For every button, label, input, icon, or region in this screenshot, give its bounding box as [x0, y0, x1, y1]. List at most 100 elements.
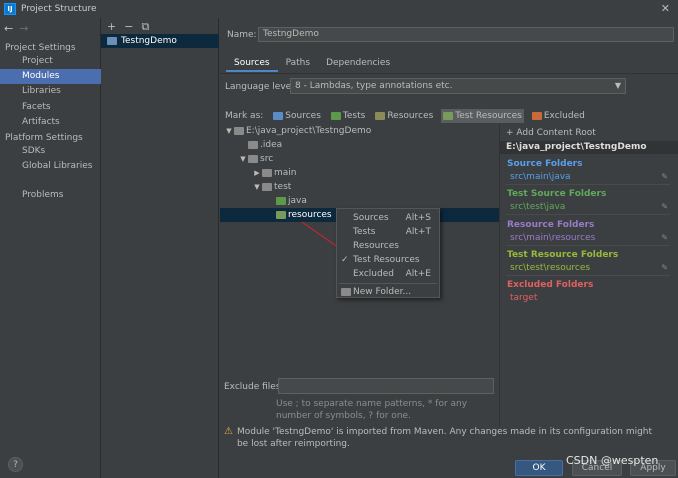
- settings-sidebar: ← → Project Settings Project Modules Libr…: [0, 18, 101, 478]
- sidebar-item-global-libraries[interactable]: Global Libraries: [0, 159, 101, 174]
- module-item-label: TestngDemo: [121, 36, 177, 46]
- excluded-folder-icon: [531, 112, 542, 120]
- mark-excluded-button[interactable]: Excluded: [530, 109, 587, 123]
- language-level-value: 8 - Lambdas, type annotations etc.: [295, 81, 453, 91]
- tree-row[interactable]: ▼ test: [220, 180, 499, 194]
- remove-icon[interactable]: −: [124, 20, 133, 33]
- window-title: Project Structure: [21, 4, 97, 14]
- edit-icon[interactable]: ✎: [661, 263, 668, 272]
- sidebar-item-problems[interactable]: Problems: [0, 188, 101, 203]
- close-icon[interactable]: ✕: [661, 2, 670, 15]
- checkmark-icon: ✓: [341, 255, 349, 265]
- resource-folder-path: src\main\resources: [510, 233, 596, 243]
- watermark: CSDN @wespten: [566, 454, 659, 467]
- content-roots-panel: + Add Content Root E:\java_project\Testn…: [499, 124, 678, 426]
- test-folder-icon: [276, 197, 286, 205]
- test-resources-folder-icon: [443, 112, 454, 120]
- mark-tests-button[interactable]: Tests: [329, 109, 367, 123]
- edit-icon[interactable]: ✎: [661, 172, 668, 181]
- tree-row[interactable]: ▼ E:\java_project\TestngDemo: [220, 124, 499, 138]
- tree-row[interactable]: java: [220, 194, 499, 208]
- menu-item-test-resources[interactable]: ✓ Test Resources: [337, 253, 439, 267]
- sidebar-item-sdks[interactable]: SDKs: [0, 144, 101, 159]
- copy-icon[interactable]: ⧉: [141, 20, 149, 33]
- title-bar: IJ Project Structure ✕: [0, 0, 678, 18]
- mark-as-bar: Mark as: Sources Tests Resources Test Re…: [225, 109, 593, 123]
- divider: [506, 214, 670, 215]
- sources-folder-icon: [273, 112, 284, 120]
- module-toolbar: + − ⧉: [107, 20, 157, 34]
- excluded-folders-title: Excluded Folders: [507, 280, 594, 290]
- mark-sources-button[interactable]: Sources: [271, 109, 323, 123]
- expand-arrow-icon[interactable]: ▼: [238, 155, 248, 163]
- content-root-path: E:\java_project\TestngDemo: [500, 141, 678, 154]
- menu-item-sources[interactable]: Sources Alt+S: [337, 211, 439, 225]
- forward-arrow-icon[interactable]: →: [19, 22, 28, 35]
- divider: [506, 245, 670, 246]
- folder-icon: [248, 155, 258, 163]
- tree-row[interactable]: ▶ main: [220, 166, 499, 180]
- nav-arrows: ← →: [4, 22, 34, 35]
- mark-as-label: Mark as:: [225, 111, 264, 121]
- sidebar-item-project[interactable]: Project: [0, 54, 101, 69]
- maven-warning: ⚠ Module 'TestngDemo' is imported from M…: [224, 426, 664, 450]
- test-source-folder-path: src\test\java: [510, 202, 566, 212]
- sidebar-item-facets[interactable]: Facets: [0, 100, 101, 115]
- tab-sources[interactable]: Sources: [226, 56, 278, 72]
- ok-button[interactable]: OK: [515, 460, 563, 476]
- mark-test-resources-button[interactable]: Test Resources: [441, 109, 524, 123]
- back-arrow-icon[interactable]: ←: [4, 22, 13, 35]
- test-resources-folder-icon: [276, 211, 286, 219]
- tab-dependencies[interactable]: Dependencies: [318, 56, 398, 72]
- new-folder-icon: [341, 288, 351, 296]
- test-resource-folders-title: Test Resource Folders: [507, 250, 619, 260]
- resources-folder-icon: [375, 112, 386, 120]
- chevron-down-icon: ▼: [614, 81, 621, 90]
- module-list-pane: + − ⧉ TestngDemo: [101, 18, 219, 478]
- mark-resources-button[interactable]: Resources: [373, 109, 435, 123]
- tab-paths[interactable]: Paths: [278, 56, 318, 72]
- language-level-select[interactable]: 8 - Lambdas, type annotations etc. ▼: [290, 78, 626, 94]
- tree-row[interactable]: ▼ src: [220, 152, 499, 166]
- source-folder-path: src\main\java: [510, 172, 571, 182]
- exclude-files-input[interactable]: [278, 378, 494, 394]
- expand-arrow-icon[interactable]: ▼: [224, 127, 234, 135]
- tree-row[interactable]: .idea: [220, 138, 499, 152]
- expand-arrow-icon[interactable]: ▼: [252, 183, 262, 191]
- warning-text: Module 'TestngDemo' is imported from Mav…: [236, 427, 653, 449]
- source-folders-title: Source Folders: [507, 159, 583, 169]
- tab-bar: Sources Paths Dependencies: [226, 56, 398, 72]
- test-resource-folder-path: src\test\resources: [510, 263, 591, 273]
- sidebar-item-modules[interactable]: Modules: [0, 69, 101, 84]
- test-source-folders-title: Test Source Folders: [507, 189, 607, 199]
- folder-icon: [248, 141, 258, 149]
- add-content-root-button[interactable]: + Add Content Root: [506, 128, 596, 138]
- excluded-folder-path: target: [510, 293, 538, 303]
- help-icon[interactable]: ?: [8, 457, 23, 472]
- section-project-settings: Project Settings: [5, 43, 76, 53]
- module-folder-icon: [107, 37, 117, 45]
- folder-icon: [234, 127, 244, 135]
- module-item[interactable]: TestngDemo: [101, 34, 219, 48]
- menu-separator: [339, 283, 437, 284]
- menu-item-new-folder[interactable]: New Folder...: [337, 285, 439, 299]
- intellij-icon: IJ: [4, 3, 16, 15]
- warning-icon: ⚠: [224, 426, 233, 437]
- expand-arrow-icon[interactable]: ▶: [252, 169, 262, 177]
- sidebar-item-libraries[interactable]: Libraries: [0, 84, 101, 99]
- divider: [506, 275, 670, 276]
- tests-folder-icon: [330, 112, 341, 120]
- section-platform-settings: Platform Settings: [5, 133, 83, 143]
- language-level-label: Language level:: [225, 82, 297, 92]
- divider: [506, 184, 670, 185]
- menu-item-resources[interactable]: Resources: [337, 239, 439, 253]
- resource-folders-title: Resource Folders: [507, 220, 595, 230]
- edit-icon[interactable]: ✎: [661, 202, 668, 211]
- add-icon[interactable]: +: [107, 20, 116, 33]
- edit-icon[interactable]: ✎: [661, 233, 668, 242]
- menu-item-excluded[interactable]: Excluded Alt+E: [337, 267, 439, 281]
- name-input[interactable]: TestngDemo: [258, 27, 674, 42]
- exclude-files-label: Exclude files:: [224, 382, 284, 392]
- menu-item-tests[interactable]: Tests Alt+T: [337, 225, 439, 239]
- sidebar-item-artifacts[interactable]: Artifacts: [0, 115, 101, 130]
